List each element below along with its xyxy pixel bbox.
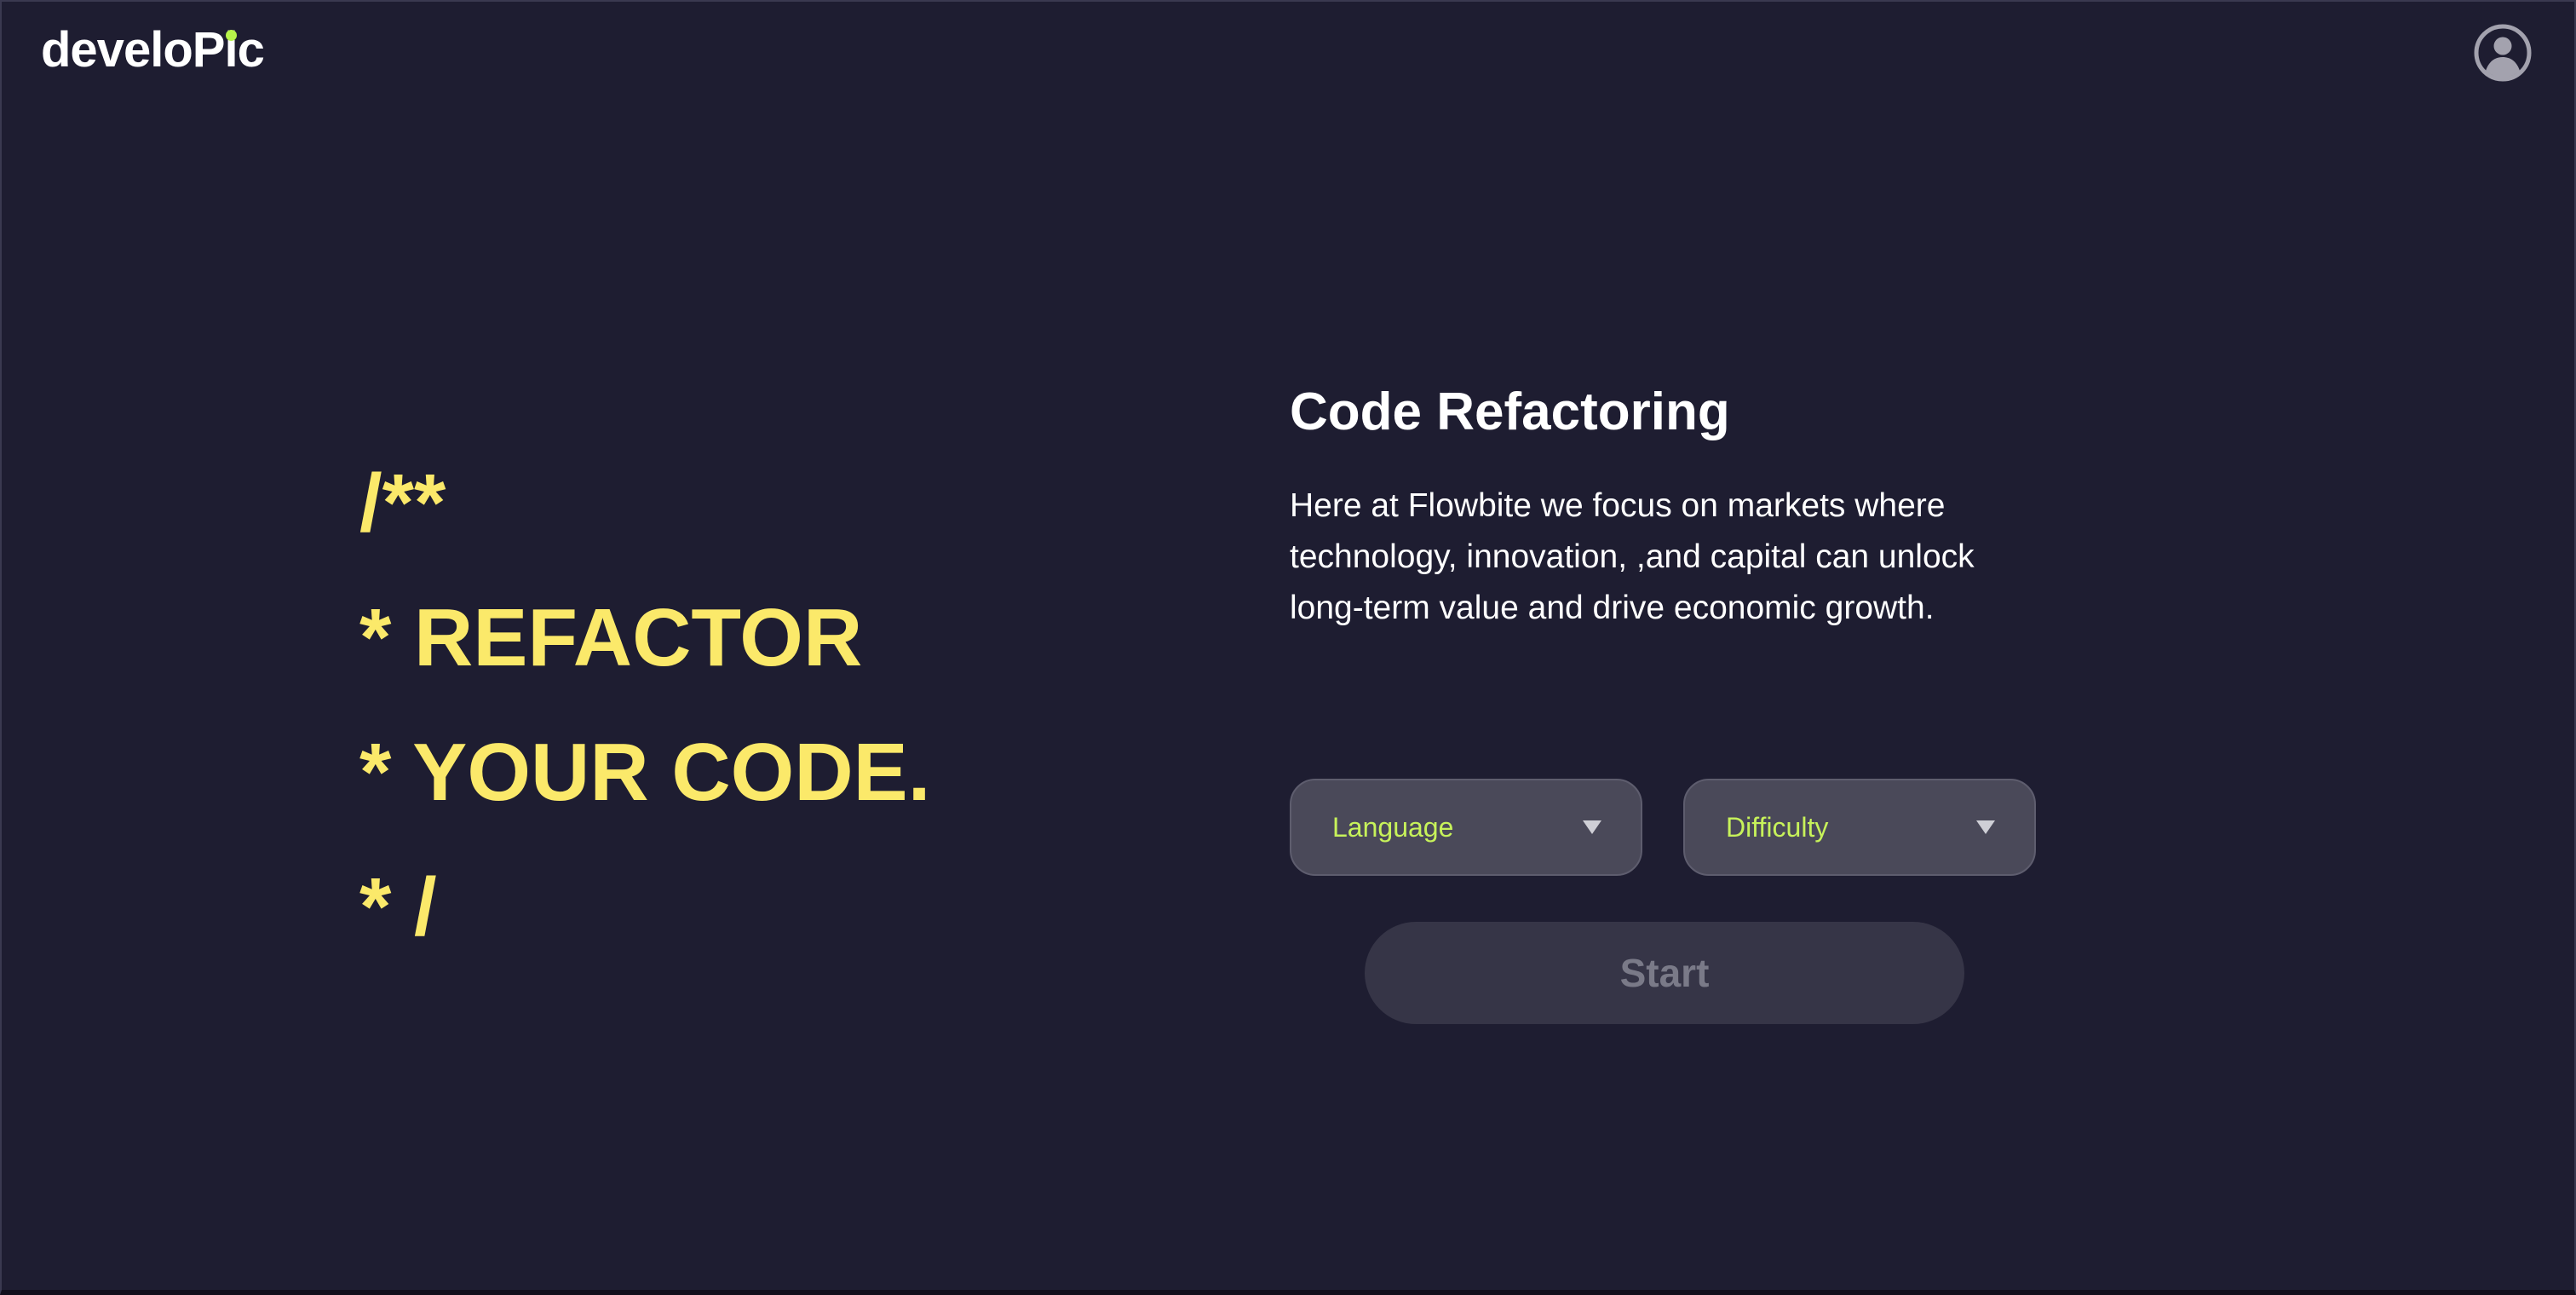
difficulty-select-label: Difficulty <box>1726 811 1829 843</box>
main-content: Code Refactoring Here at Flowbite we foc… <box>1290 377 2039 634</box>
logo-text-prefix: develoP <box>41 22 225 78</box>
page-title: Code Refactoring <box>1290 383 1730 441</box>
hero-comment: /** * REFACTOR * YOUR CODE. * / <box>359 436 930 975</box>
logo-dot <box>226 30 237 41</box>
hero-line: * YOUR CODE. <box>359 727 931 818</box>
hero-line: /** <box>359 458 446 549</box>
hero-line: * / <box>359 861 437 953</box>
chevron-down-icon <box>1583 820 1601 834</box>
logo-i: i <box>224 22 238 78</box>
logo[interactable]: develoP i c <box>41 22 265 78</box>
user-circle-icon[interactable] <box>2474 24 2532 82</box>
language-select[interactable]: Language <box>1290 779 1642 876</box>
page-description: Here at Flowbite we focus on markets whe… <box>1290 487 1975 626</box>
page: develoP i c /** * REFACTOR * YOUR CODE. * … <box>0 0 2576 1295</box>
difficulty-select[interactable]: Difficulty <box>1683 779 2036 876</box>
select-group: Language Difficulty <box>1290 779 2036 876</box>
start-button[interactable]: Start <box>1365 922 1964 1024</box>
chevron-down-icon <box>1976 820 1995 834</box>
language-select-label: Language <box>1332 811 1454 843</box>
hero-line: * REFACTOR <box>359 592 863 683</box>
logo-text-suffix: c <box>237 22 265 78</box>
